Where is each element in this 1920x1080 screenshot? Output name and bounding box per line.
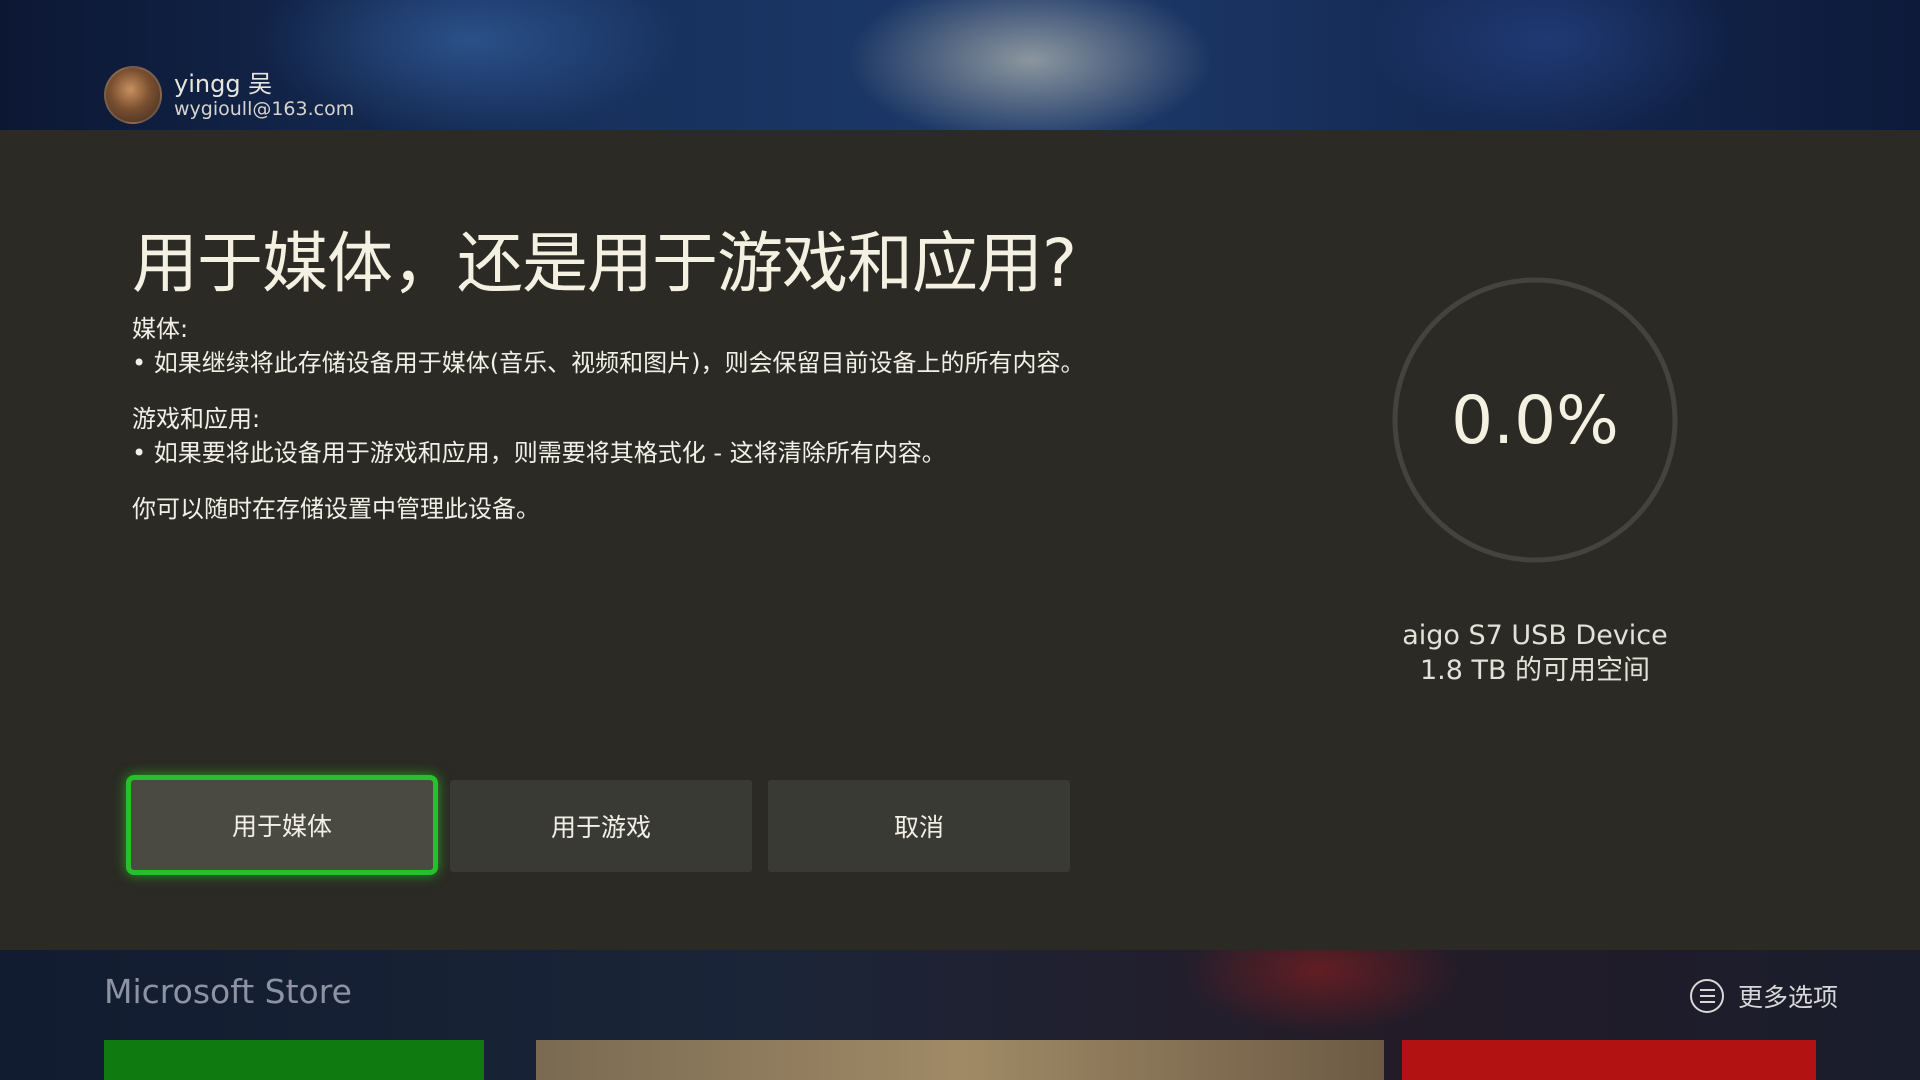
more-options-label: 更多选项 xyxy=(1738,983,1839,1012)
user-profile: yingg 吴 wygioull@163.com xyxy=(104,66,354,124)
more-options-button[interactable]: 更多选项 xyxy=(1690,978,1838,1014)
use-for-games-button[interactable]: 用于游戏 xyxy=(450,780,752,872)
store-tile[interactable] xyxy=(1402,1040,1816,1080)
format-progress-ring: 0.0% xyxy=(1390,275,1680,565)
games-text: • 如果要将此设备用于游戏和应用，则需要将其格式化 - 这将清除所有内容。 xyxy=(132,439,946,467)
manage-note: 你可以随时在存储设置中管理此设备。 xyxy=(132,495,540,523)
menu-icon xyxy=(1690,979,1724,1013)
profile-name: yingg 吴 xyxy=(174,70,273,98)
storage-dialog: 用于媒体，还是用于游戏和应用? 媒体: • 如果继续将此存储设备用于媒体(音乐、… xyxy=(0,130,1920,950)
dialog-description: 媒体: • 如果继续将此存储设备用于媒体(音乐、视频和图片)，则会保留目前设备上… xyxy=(132,312,1112,526)
device-free-space: 1.8 TB 的可用空间 xyxy=(1419,655,1651,686)
avatar xyxy=(104,66,162,124)
media-heading: 媒体: xyxy=(132,315,189,343)
device-name: aigo S7 USB Device xyxy=(1402,620,1668,651)
profile-text: yingg 吴 wygioull@163.com xyxy=(174,70,354,120)
progress-percent: 0.0% xyxy=(1451,381,1619,459)
cancel-button[interactable]: 取消 xyxy=(768,780,1070,872)
media-text: • 如果继续将此存储设备用于媒体(音乐、视频和图片)，则会保留目前设备上的所有内… xyxy=(132,349,1085,377)
dialog-title: 用于媒体，还是用于游戏和应用? xyxy=(132,225,1077,302)
device-info: aigo S7 USB Device 1.8 TB 的可用空间 xyxy=(1335,618,1735,688)
profile-email: wygioull@163.com xyxy=(174,98,355,120)
store-tile[interactable] xyxy=(536,1040,1384,1080)
games-heading: 游戏和应用: xyxy=(132,405,261,433)
microsoft-store-label: Microsoft Store xyxy=(104,972,352,1011)
use-for-media-button[interactable]: 用于媒体 xyxy=(126,775,438,875)
store-tile[interactable] xyxy=(104,1040,484,1080)
